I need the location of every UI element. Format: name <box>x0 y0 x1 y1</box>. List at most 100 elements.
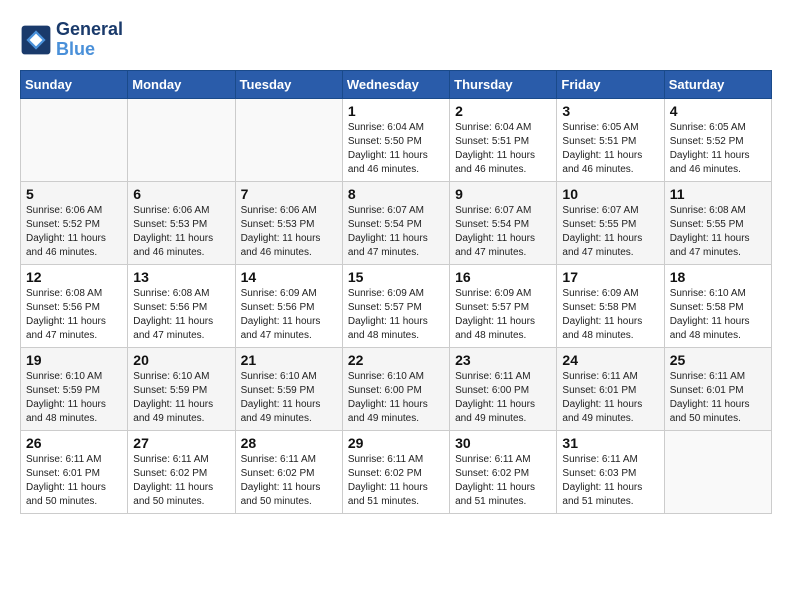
day-info: Sunrise: 6:04 AM Sunset: 5:50 PM Dayligh… <box>348 121 444 177</box>
calendar-cell: 25 Sunrise: 6:11 AM Sunset: 6:01 PM Dayli… <box>664 347 771 430</box>
day-number: 31 <box>562 435 658 451</box>
calendar-cell: 31 Sunrise: 6:11 AM Sunset: 6:03 PM Dayli… <box>557 430 664 513</box>
day-info: Sunrise: 6:08 AM Sunset: 5:55 PM Dayligh… <box>670 204 766 260</box>
weekday-friday: Friday <box>557 70 664 98</box>
day-number: 13 <box>133 269 229 285</box>
day-number: 11 <box>670 186 766 202</box>
day-info: Sunrise: 6:11 AM Sunset: 6:01 PM Dayligh… <box>26 453 122 509</box>
day-info: Sunrise: 6:11 AM Sunset: 6:01 PM Dayligh… <box>670 370 766 426</box>
calendar-cell: 27 Sunrise: 6:11 AM Sunset: 6:02 PM Dayli… <box>128 430 235 513</box>
logo-icon <box>20 24 52 56</box>
calendar-cell: 16 Sunrise: 6:09 AM Sunset: 5:57 PM Dayli… <box>450 264 557 347</box>
day-number: 23 <box>455 352 551 368</box>
day-number: 24 <box>562 352 658 368</box>
logo: General Blue <box>20 20 123 60</box>
day-info: Sunrise: 6:10 AM Sunset: 5:59 PM Dayligh… <box>26 370 122 426</box>
calendar-cell: 9Sunrise: 6:07 AM Sunset: 5:54 PM Daylig… <box>450 181 557 264</box>
calendar-cell: 17 Sunrise: 6:09 AM Sunset: 5:58 PM Dayli… <box>557 264 664 347</box>
calendar-cell <box>128 98 235 181</box>
day-info: Sunrise: 6:11 AM Sunset: 6:02 PM Dayligh… <box>241 453 337 509</box>
day-info: Sunrise: 6:08 AM Sunset: 5:56 PM Dayligh… <box>26 287 122 343</box>
day-number: 14 <box>241 269 337 285</box>
day-info: Sunrise: 6:04 AM Sunset: 5:51 PM Dayligh… <box>455 121 551 177</box>
calendar-cell: 14Sunrise: 6:09 AM Sunset: 5:56 PM Dayli… <box>235 264 342 347</box>
day-info: Sunrise: 6:11 AM Sunset: 6:03 PM Dayligh… <box>562 453 658 509</box>
day-number: 28 <box>241 435 337 451</box>
day-number: 8 <box>348 186 444 202</box>
calendar-cell <box>21 98 128 181</box>
day-number: 7 <box>241 186 337 202</box>
day-info: Sunrise: 6:10 AM Sunset: 5:59 PM Dayligh… <box>133 370 229 426</box>
calendar-cell: 11 Sunrise: 6:08 AM Sunset: 5:55 PM Dayli… <box>664 181 771 264</box>
calendar-cell: 10Sunrise: 6:07 AM Sunset: 5:55 PM Dayli… <box>557 181 664 264</box>
day-number: 2 <box>455 103 551 119</box>
calendar-cell: 29 Sunrise: 6:11 AM Sunset: 6:02 PM Dayli… <box>342 430 449 513</box>
calendar-cell: 28 Sunrise: 6:11 AM Sunset: 6:02 PM Dayli… <box>235 430 342 513</box>
calendar-cell: 18 Sunrise: 6:10 AM Sunset: 5:58 PM Dayli… <box>664 264 771 347</box>
day-info: Sunrise: 6:11 AM Sunset: 6:02 PM Dayligh… <box>133 453 229 509</box>
day-number: 21 <box>241 352 337 368</box>
day-number: 6 <box>133 186 229 202</box>
calendar-cell <box>664 430 771 513</box>
day-number: 17 <box>562 269 658 285</box>
day-info: Sunrise: 6:10 AM Sunset: 5:58 PM Dayligh… <box>670 287 766 343</box>
day-info: Sunrise: 6:06 AM Sunset: 5:52 PM Dayligh… <box>26 204 122 260</box>
day-number: 25 <box>670 352 766 368</box>
day-info: Sunrise: 6:09 AM Sunset: 5:58 PM Dayligh… <box>562 287 658 343</box>
calendar-cell: 15 Sunrise: 6:09 AM Sunset: 5:57 PM Dayli… <box>342 264 449 347</box>
weekday-monday: Monday <box>128 70 235 98</box>
day-number: 16 <box>455 269 551 285</box>
day-number: 22 <box>348 352 444 368</box>
day-info: Sunrise: 6:10 AM Sunset: 5:59 PM Dayligh… <box>241 370 337 426</box>
weekday-thursday: Thursday <box>450 70 557 98</box>
calendar-cell: 26 Sunrise: 6:11 AM Sunset: 6:01 PM Dayli… <box>21 430 128 513</box>
day-info: Sunrise: 6:09 AM Sunset: 5:57 PM Dayligh… <box>455 287 551 343</box>
day-number: 29 <box>348 435 444 451</box>
day-info: Sunrise: 6:07 AM Sunset: 5:55 PM Dayligh… <box>562 204 658 260</box>
day-info: Sunrise: 6:11 AM Sunset: 6:01 PM Dayligh… <box>562 370 658 426</box>
day-info: Sunrise: 6:11 AM Sunset: 6:02 PM Dayligh… <box>455 453 551 509</box>
calendar-cell: 1 Sunrise: 6:04 AM Sunset: 5:50 PM Daylig… <box>342 98 449 181</box>
calendar-cell: 22 Sunrise: 6:10 AM Sunset: 6:00 PM Dayli… <box>342 347 449 430</box>
calendar-cell: 13 Sunrise: 6:08 AM Sunset: 5:56 PM Dayli… <box>128 264 235 347</box>
calendar-cell: 5Sunrise: 6:06 AM Sunset: 5:52 PM Daylig… <box>21 181 128 264</box>
calendar-cell: 6Sunrise: 6:06 AM Sunset: 5:53 PM Daylig… <box>128 181 235 264</box>
day-info: Sunrise: 6:08 AM Sunset: 5:56 PM Dayligh… <box>133 287 229 343</box>
day-info: Sunrise: 6:06 AM Sunset: 5:53 PM Dayligh… <box>241 204 337 260</box>
week-row-2: 5Sunrise: 6:06 AM Sunset: 5:52 PM Daylig… <box>21 181 772 264</box>
calendar-cell: 23Sunrise: 6:11 AM Sunset: 6:00 PM Dayli… <box>450 347 557 430</box>
calendar-cell: 8 Sunrise: 6:07 AM Sunset: 5:54 PM Daylig… <box>342 181 449 264</box>
calendar-cell: 30Sunrise: 6:11 AM Sunset: 6:02 PM Dayli… <box>450 430 557 513</box>
day-info: Sunrise: 6:05 AM Sunset: 5:51 PM Dayligh… <box>562 121 658 177</box>
day-number: 1 <box>348 103 444 119</box>
day-info: Sunrise: 6:11 AM Sunset: 6:02 PM Dayligh… <box>348 453 444 509</box>
day-number: 12 <box>26 269 122 285</box>
calendar-cell: 20 Sunrise: 6:10 AM Sunset: 5:59 PM Dayli… <box>128 347 235 430</box>
week-row-3: 12 Sunrise: 6:08 AM Sunset: 5:56 PM Dayli… <box>21 264 772 347</box>
day-number: 15 <box>348 269 444 285</box>
calendar-cell: 7 Sunrise: 6:06 AM Sunset: 5:53 PM Daylig… <box>235 181 342 264</box>
week-row-4: 19Sunrise: 6:10 AM Sunset: 5:59 PM Dayli… <box>21 347 772 430</box>
calendar-cell: 3Sunrise: 6:05 AM Sunset: 5:51 PM Daylig… <box>557 98 664 181</box>
week-row-5: 26 Sunrise: 6:11 AM Sunset: 6:01 PM Dayli… <box>21 430 772 513</box>
calendar-cell: 12 Sunrise: 6:08 AM Sunset: 5:56 PM Dayli… <box>21 264 128 347</box>
day-info: Sunrise: 6:10 AM Sunset: 6:00 PM Dayligh… <box>348 370 444 426</box>
day-number: 18 <box>670 269 766 285</box>
day-info: Sunrise: 6:09 AM Sunset: 5:57 PM Dayligh… <box>348 287 444 343</box>
calendar-cell: 2 Sunrise: 6:04 AM Sunset: 5:51 PM Daylig… <box>450 98 557 181</box>
weekday-header-row: SundayMondayTuesdayWednesdayThursdayFrid… <box>21 70 772 98</box>
calendar-table: SundayMondayTuesdayWednesdayThursdayFrid… <box>20 70 772 514</box>
weekday-wednesday: Wednesday <box>342 70 449 98</box>
calendar-cell: 21 Sunrise: 6:10 AM Sunset: 5:59 PM Dayli… <box>235 347 342 430</box>
day-number: 26 <box>26 435 122 451</box>
day-number: 27 <box>133 435 229 451</box>
day-number: 20 <box>133 352 229 368</box>
day-info: Sunrise: 6:07 AM Sunset: 5:54 PM Dayligh… <box>348 204 444 260</box>
calendar-cell: 19Sunrise: 6:10 AM Sunset: 5:59 PM Dayli… <box>21 347 128 430</box>
day-number: 4 <box>670 103 766 119</box>
week-row-1: 1 Sunrise: 6:04 AM Sunset: 5:50 PM Daylig… <box>21 98 772 181</box>
calendar-cell <box>235 98 342 181</box>
day-number: 9 <box>455 186 551 202</box>
weekday-sunday: Sunday <box>21 70 128 98</box>
weekday-saturday: Saturday <box>664 70 771 98</box>
